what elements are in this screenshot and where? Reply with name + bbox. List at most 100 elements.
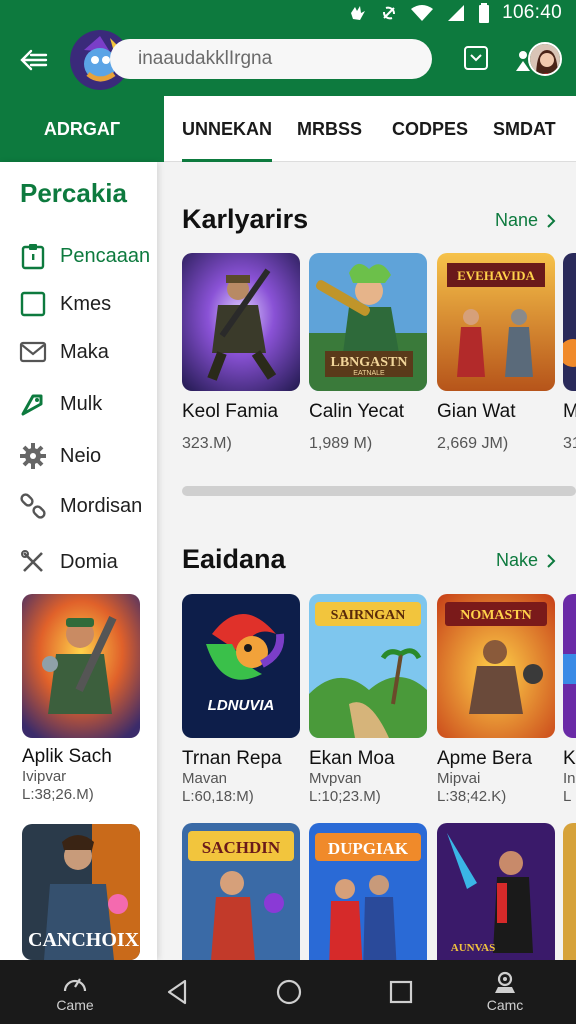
app-card[interactable]: SAIRNGAN Ekan Moa Mvpvan L:10;23.M) bbox=[309, 594, 427, 806]
app-name: M bbox=[563, 401, 576, 422]
section-title: Eaidana bbox=[182, 544, 286, 574]
art-title: LBNGASTN bbox=[330, 355, 407, 370]
app-card[interactable]: LBNGASTN EATNALE Calin Yecat 1,989 M) bbox=[309, 253, 427, 453]
app-thumbnail: SAIRNGAN bbox=[309, 594, 427, 738]
signal-icon bbox=[446, 4, 466, 22]
horizontal-scrollbar[interactable] bbox=[182, 486, 576, 496]
sidebar-item-pencaaan[interactable]: Pencaaan bbox=[18, 236, 154, 276]
app-card[interactable]: NOMASTN Apme Bera Mipvai L:38;42.K) bbox=[437, 594, 555, 806]
tab-mrbss[interactable]: MRBSS bbox=[297, 96, 362, 162]
sidebar-item-label: Mulk bbox=[60, 392, 103, 415]
category-tabs: ADRGAГ UNNEKAN MRBSS CODPES SMDAT bbox=[0, 96, 576, 162]
nav-games-button[interactable]: Came bbox=[50, 960, 100, 1024]
app-thumbnail: AUNVAS bbox=[437, 823, 555, 960]
app-developer: Mavan bbox=[182, 770, 228, 787]
app-thumbnail bbox=[563, 823, 576, 960]
art-subtitle: EATNALE bbox=[353, 370, 385, 377]
app-card[interactable]: EVEHAVIDA Gian Wat 2,669 JM) bbox=[437, 253, 555, 453]
app-developer: Mvpvan bbox=[309, 770, 362, 787]
section-title: Karlyarirs bbox=[182, 204, 309, 234]
app-thumbnail: NOMASTN bbox=[437, 594, 555, 738]
section-more-link[interactable]: Nane bbox=[495, 210, 556, 231]
nav-recents-button[interactable] bbox=[386, 960, 416, 1024]
app-size: L:38;42.K) bbox=[437, 788, 507, 805]
app-name: Calin Yecat bbox=[309, 401, 405, 422]
system-nav-bar: Came Camc bbox=[0, 960, 576, 1024]
app-size: 2,669 JM) bbox=[437, 435, 509, 452]
app-size: L:10;23.M) bbox=[309, 788, 381, 805]
sidebar: Percakia Pencaaan Kmes Maka Mulk Neio Mo… bbox=[0, 162, 157, 960]
nav-camera-button[interactable]: Camc bbox=[478, 960, 532, 1024]
nav-back-button[interactable] bbox=[160, 960, 194, 1024]
status-bar: 106:40 bbox=[0, 0, 576, 26]
app-name: Keol Famia bbox=[182, 401, 279, 422]
app-card[interactable]: Aplik Sach Ivipvar L:38;26.M) bbox=[22, 594, 140, 804]
gauge-icon bbox=[63, 978, 87, 992]
tag-icon bbox=[18, 389, 48, 419]
camera-icon bbox=[495, 971, 515, 993]
circle-home-icon bbox=[276, 979, 302, 1005]
app-card[interactable]: M 31 bbox=[563, 253, 576, 453]
app-size: L:60,18:M) bbox=[182, 788, 254, 805]
tab-smdat[interactable]: SMDAT bbox=[493, 96, 556, 162]
app-name: K bbox=[563, 748, 576, 769]
sidebar-title: Percakia bbox=[20, 178, 127, 208]
sidebar-item-neio[interactable]: Neio bbox=[18, 436, 154, 476]
app-card[interactable]: K In L bbox=[563, 594, 576, 806]
app-size: L:38;26.M) bbox=[22, 786, 94, 803]
app-developer: Ivipvar bbox=[22, 768, 67, 785]
app-card[interactable] bbox=[563, 823, 576, 960]
back-button[interactable] bbox=[14, 40, 54, 80]
app-card[interactable]: CANCHOIX bbox=[22, 824, 140, 960]
app-name: Apme Bera bbox=[437, 748, 533, 769]
app-card[interactable]: AUNVAS bbox=[437, 823, 555, 960]
app-thumbnail: LDNUVIA bbox=[182, 594, 300, 738]
app-thumbnail: EVEHAVIDA bbox=[437, 253, 555, 391]
search-bar[interactable] bbox=[110, 39, 432, 79]
download-button[interactable] bbox=[462, 44, 490, 72]
art-title: NOMASTN bbox=[460, 608, 532, 623]
more-label: Nane bbox=[494, 210, 538, 230]
no-sync-icon bbox=[380, 4, 398, 22]
app-thumbnail: CANCHOIX bbox=[22, 824, 140, 960]
art-title: CANCHOIX bbox=[28, 929, 140, 951]
app-size: 31 bbox=[563, 435, 576, 452]
mail-icon bbox=[18, 337, 48, 367]
art-title: AUNVAS bbox=[451, 942, 495, 954]
sidebar-item-mulk[interactable]: Mulk bbox=[18, 384, 154, 424]
app-developer: In bbox=[563, 770, 576, 787]
tab-unnekan[interactable]: UNNEKAN bbox=[182, 96, 272, 162]
section-more-link[interactable]: Nake bbox=[496, 550, 556, 571]
download-box-icon bbox=[464, 46, 488, 70]
app-thumbnail bbox=[22, 594, 140, 738]
art-title: SACHDIN bbox=[202, 838, 281, 857]
app-card[interactable]: DUPGIAK bbox=[309, 823, 427, 960]
app-card[interactable]: LDNUVIA Trnan Repa Mavan L:60,18:M) bbox=[182, 594, 300, 806]
more-label: Nake bbox=[495, 550, 538, 570]
sidebar-item-domia[interactable]: Domia bbox=[18, 542, 154, 582]
app-developer: Mipvai bbox=[437, 770, 481, 787]
app-card[interactable]: Keol Famia 323.M) bbox=[182, 253, 300, 453]
main-content: Karlyarirs Nane Keol Famia 323.M) LBNGAS… bbox=[157, 162, 576, 960]
chevron-right-icon bbox=[547, 553, 556, 568]
square-recents-icon bbox=[389, 980, 413, 1004]
tab-adrgar[interactable]: ADRGAГ bbox=[0, 96, 164, 162]
battery-icon bbox=[478, 3, 490, 23]
art-title: SAIRNGAN bbox=[331, 608, 406, 623]
art-title: DUPGIAK bbox=[328, 839, 409, 858]
tab-codpes[interactable]: CODPES bbox=[392, 96, 468, 162]
sidebar-item-label: Pencaaan bbox=[60, 244, 151, 267]
nav-home-button[interactable] bbox=[272, 960, 306, 1024]
sidebar-item-kmes[interactable]: Kmes bbox=[18, 284, 154, 324]
sidebar-item-label: Mordisan bbox=[60, 494, 143, 517]
app-size: 1,989 M) bbox=[309, 435, 373, 452]
app-card[interactable]: SACHDIN bbox=[182, 823, 300, 960]
sidebar-item-mordisan[interactable]: Mordisan bbox=[18, 486, 154, 526]
app-size: 323.M) bbox=[182, 435, 232, 452]
avatar[interactable] bbox=[528, 42, 562, 76]
app-thumbnail: DUPGIAK bbox=[309, 823, 427, 960]
search-input[interactable] bbox=[138, 48, 418, 70]
sidebar-item-maka[interactable]: Maka bbox=[18, 332, 154, 372]
app-header bbox=[0, 26, 576, 96]
gear-icon bbox=[18, 441, 48, 471]
